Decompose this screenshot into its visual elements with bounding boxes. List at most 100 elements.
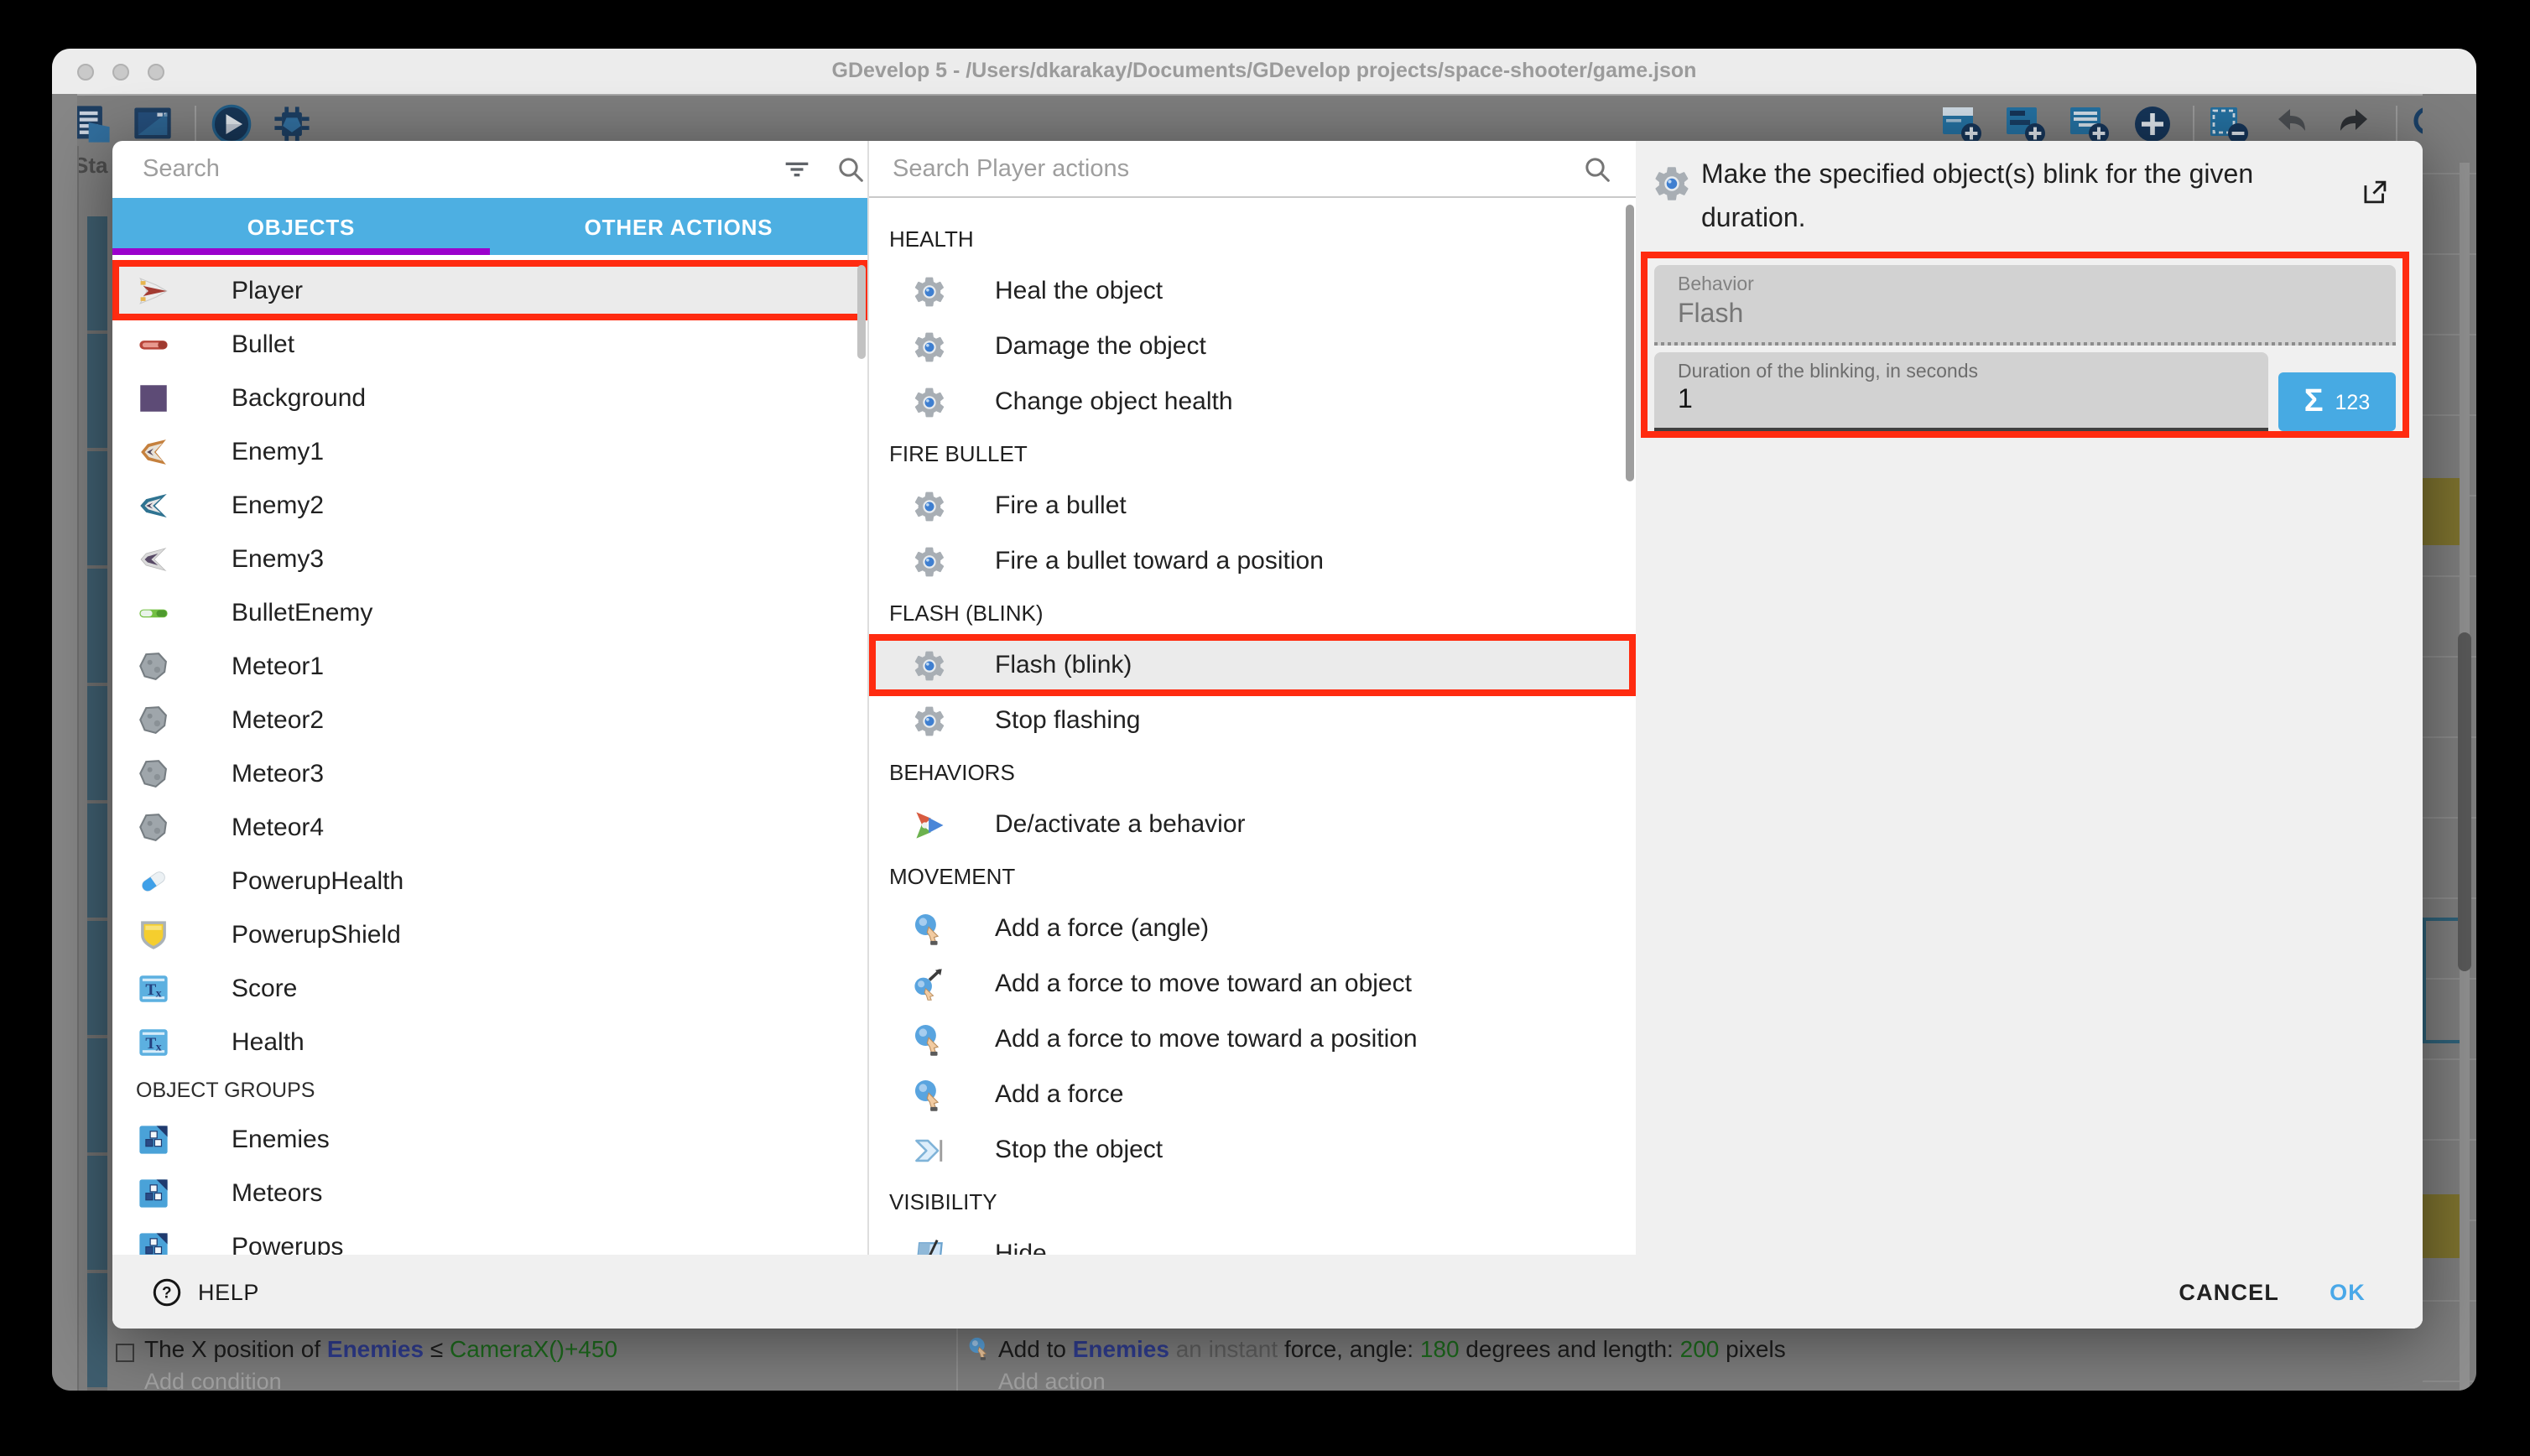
object-row[interactable]: BulletEnemy bbox=[112, 585, 867, 639]
toolbar-separator bbox=[2193, 106, 2194, 143]
redo-icon[interactable] bbox=[2332, 102, 2376, 146]
object-row[interactable]: TxHealth bbox=[112, 1015, 867, 1069]
event-text-segment: Add to bbox=[998, 1335, 1073, 1362]
object-row[interactable]: PowerupShield bbox=[112, 907, 867, 961]
action-row[interactable]: Flash (blink) bbox=[869, 634, 1636, 696]
svg-text:x: x bbox=[156, 1041, 162, 1053]
action-label: Add a force to move toward a position bbox=[995, 1025, 1418, 1053]
event-text-segment: 180 bbox=[1420, 1335, 1460, 1362]
add-comment-icon[interactable] bbox=[2003, 102, 2047, 146]
cancel-button[interactable]: CANCEL bbox=[2179, 1279, 2279, 1304]
object-row[interactable]: Enemy2 bbox=[112, 478, 867, 532]
object-row[interactable]: Meteor2 bbox=[112, 693, 867, 746]
add-action-label: Add action bbox=[998, 1369, 1106, 1391]
tab-objects[interactable]: OBJECTS bbox=[112, 198, 490, 255]
ok-button[interactable]: OK bbox=[2330, 1279, 2366, 1304]
object-row[interactable]: Enemy3 bbox=[112, 532, 867, 585]
svg-text:T: T bbox=[145, 1034, 156, 1052]
gear-icon bbox=[1651, 163, 1693, 205]
action-row[interactable]: Fire a bullet toward a position bbox=[869, 533, 1636, 589]
action-description: Make the specified object(s) blink for t… bbox=[1701, 154, 2356, 240]
behavior-field-label: Behavior bbox=[1678, 275, 1754, 295]
event-text-segment: CameraX()+450 bbox=[450, 1335, 617, 1362]
force-icon bbox=[911, 910, 948, 947]
group-row[interactable]: Enemies bbox=[112, 1112, 867, 1166]
action-label: Fire a bullet bbox=[995, 491, 1127, 520]
duration-field[interactable]: Duration of the blinking, in seconds 1 bbox=[1654, 352, 2268, 431]
action-label: Hide bbox=[995, 1240, 1047, 1255]
scene-editor-icon[interactable] bbox=[131, 102, 174, 146]
action-row[interactable]: Stop the object bbox=[869, 1122, 1636, 1178]
svg-text:x: x bbox=[156, 987, 162, 1000]
action-row[interactable]: Stop flashing bbox=[869, 693, 1636, 748]
powerup-health-icon bbox=[136, 863, 171, 898]
object-label: PowerupShield bbox=[232, 920, 401, 949]
screen: GDevelop 5 - /Users/dkarakay/Documents/G… bbox=[0, 0, 2530, 1456]
actions-search-input[interactable] bbox=[893, 141, 1547, 196]
group-row[interactable]: Powerups bbox=[112, 1219, 867, 1255]
duration-field-value: 1 bbox=[1678, 386, 1693, 416]
action-row[interactable]: Heal the object bbox=[869, 263, 1636, 319]
expression-button-label: 123 bbox=[2335, 390, 2371, 413]
action-row[interactable]: Add a force bbox=[869, 1067, 1636, 1122]
section-header: BEHAVIORS bbox=[869, 748, 1636, 797]
delete-event-icon[interactable] bbox=[2206, 102, 2250, 146]
event-sheet-margin bbox=[52, 94, 77, 1391]
object-row[interactable]: Tx Score bbox=[112, 961, 867, 1015]
tab-other-actions[interactable]: OTHER ACTIONS bbox=[490, 198, 867, 255]
objects-search-input[interactable] bbox=[143, 141, 747, 198]
open-in-new-icon[interactable] bbox=[2359, 176, 2391, 208]
sigma-icon: Σ bbox=[2304, 383, 2324, 420]
objects-list: PlayerBulletBackground Enemy1 Enemy2 Enemy3… bbox=[112, 255, 867, 1255]
object-label: Score bbox=[232, 974, 297, 1002]
action-row[interactable]: Change object health bbox=[869, 374, 1636, 429]
preview-play-icon[interactable] bbox=[210, 102, 253, 146]
object-row[interactable]: Meteor1 bbox=[112, 639, 867, 693]
help-label: HELP bbox=[198, 1279, 259, 1304]
action-row[interactable]: Hide bbox=[869, 1226, 1636, 1255]
action-label: De/activate a behavior bbox=[995, 810, 1246, 839]
force-icon bbox=[911, 1021, 948, 1058]
debug-icon[interactable] bbox=[270, 102, 314, 146]
event-text-segment: degrees and length: bbox=[1460, 1335, 1680, 1362]
text-object-icon: Tx bbox=[136, 1024, 171, 1059]
action-label: Damage the object bbox=[995, 332, 1206, 361]
help-button[interactable]: ? HELP bbox=[151, 1276, 259, 1308]
object-row[interactable]: Meteor3 bbox=[112, 746, 867, 800]
action-row[interactable]: Fire a bullet bbox=[869, 478, 1636, 533]
behavior-field[interactable]: Behavior Flash bbox=[1654, 265, 2396, 346]
add-event-icon[interactable] bbox=[1939, 102, 1983, 146]
objects-panel: OBJECTSOTHER ACTIONS PlayerBulletBackgro… bbox=[112, 141, 867, 1255]
text-object-icon: Tx bbox=[136, 970, 171, 1006]
group-label: Enemies bbox=[232, 1125, 330, 1153]
section-header: MOVEMENT bbox=[869, 852, 1636, 901]
action-row[interactable]: Add a force to move toward a position bbox=[869, 1011, 1636, 1067]
event-rows-edge bbox=[87, 216, 107, 1391]
filter-icon[interactable] bbox=[780, 153, 814, 186]
event-sheet-strip: The X position of Enemies ≤ CameraX()+45… bbox=[52, 1329, 2476, 1391]
action-row[interactable]: Add a force to move toward an object bbox=[869, 956, 1636, 1011]
undo-icon[interactable] bbox=[2270, 102, 2314, 146]
actions-scrollbar-thumb[interactable] bbox=[1626, 205, 1634, 481]
bullet-enemy-icon bbox=[136, 595, 171, 630]
object-label: Enemy1 bbox=[232, 437, 324, 465]
group-row[interactable]: Meteors bbox=[112, 1166, 867, 1219]
object-label: Enemy2 bbox=[232, 491, 324, 519]
events-scrollbar-thumb[interactable] bbox=[2458, 632, 2471, 971]
selected-event-outline bbox=[2423, 918, 2463, 1043]
object-row[interactable]: Background bbox=[112, 371, 867, 424]
object-row[interactable]: Bullet bbox=[112, 317, 867, 371]
add-subevent-icon[interactable] bbox=[2067, 102, 2111, 146]
action-row[interactable]: De/activate a behavior bbox=[869, 797, 1636, 852]
add-plus-icon[interactable] bbox=[2131, 102, 2174, 146]
dialog-footer: ? HELP CANCEL OK bbox=[112, 1255, 2423, 1329]
action-row[interactable]: Damage the object bbox=[869, 319, 1636, 374]
object-row[interactable]: PowerupHealth bbox=[112, 854, 867, 907]
object-row[interactable]: Enemy1 bbox=[112, 424, 867, 478]
action-row[interactable]: Add a force (angle) bbox=[869, 901, 1636, 956]
expression-editor-button[interactable]: Σ 123 bbox=[2278, 372, 2396, 431]
objects-scrollbar-thumb[interactable] bbox=[857, 265, 866, 359]
object-row[interactable]: Player bbox=[112, 260, 867, 320]
object-row[interactable]: Meteor4 bbox=[112, 800, 867, 854]
object-groups-header: OBJECT GROUPS bbox=[112, 1069, 867, 1112]
